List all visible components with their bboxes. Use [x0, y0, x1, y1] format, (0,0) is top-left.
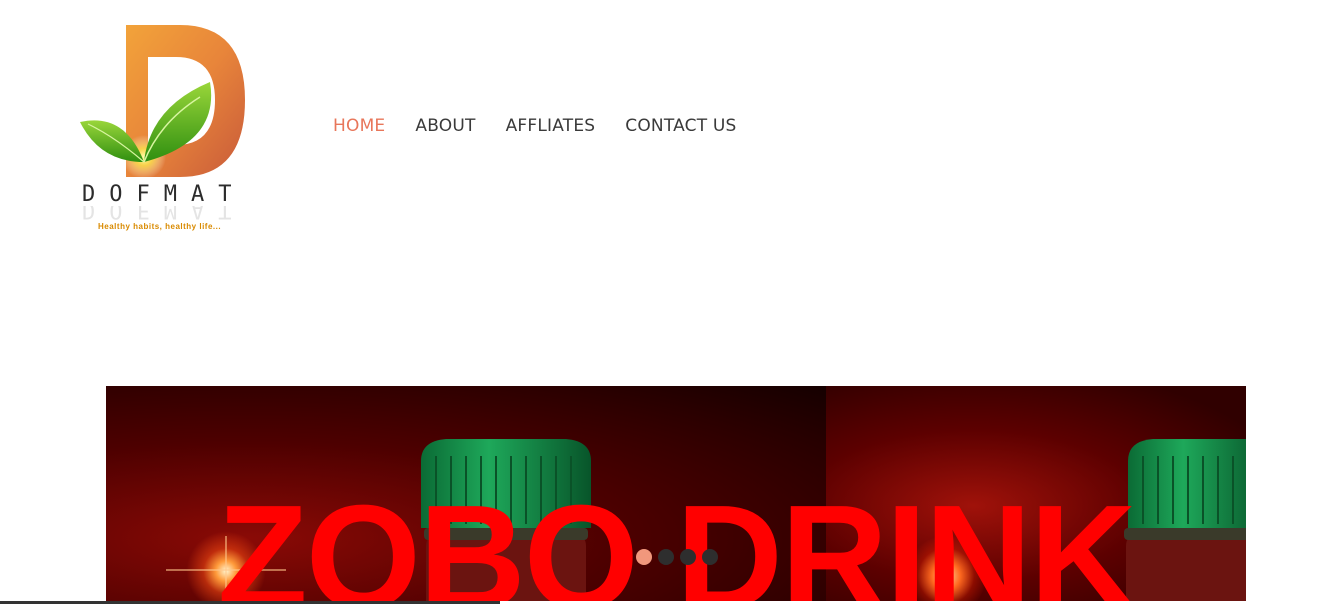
main-nav: HOME ABOUT AFFLIATES CONTACT US — [333, 116, 737, 136]
slider-dot-4[interactable] — [702, 549, 718, 565]
brand-name: DOFMAT — [82, 182, 246, 207]
hero-slider[interactable]: ZOBO DRINK — [106, 386, 1246, 604]
brand-tagline: Healthy habits, healthy life... — [98, 222, 222, 231]
slider-dot-3[interactable] — [680, 549, 696, 565]
slide-title: ZOBO DRINK — [217, 475, 1136, 604]
nav-item-home[interactable]: HOME — [333, 116, 385, 136]
brand-name-reflection: DOFMAT — [82, 206, 246, 222]
nav-item-contact-us[interactable]: CONTACT US — [625, 116, 736, 136]
nav-item-about[interactable]: ABOUT — [415, 116, 475, 136]
slider-pagination — [636, 549, 718, 565]
slider-dot-1[interactable] — [636, 549, 652, 565]
site-logo[interactable]: DOFMAT DOFMAT Healthy habits, healthy li… — [40, 12, 290, 252]
slider-dot-2[interactable] — [658, 549, 674, 565]
nav-item-affliates[interactable]: AFFLIATES — [506, 116, 596, 136]
